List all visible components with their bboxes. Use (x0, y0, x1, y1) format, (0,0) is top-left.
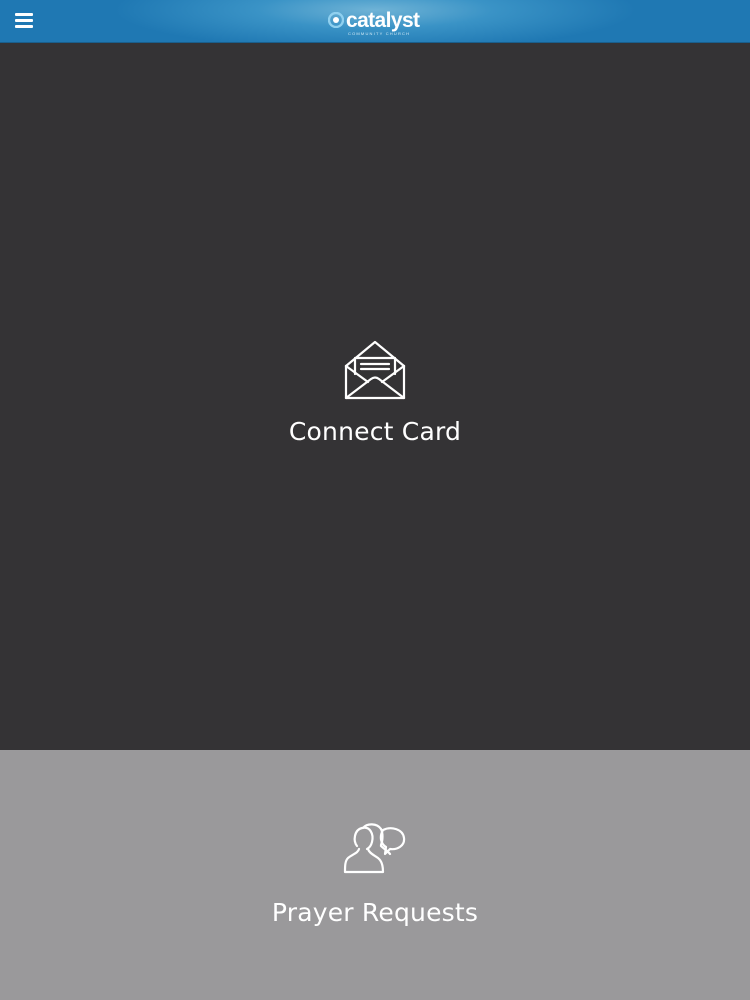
connect-card-label: Connect Card (288, 417, 462, 446)
logo-text: catalyst (346, 9, 420, 32)
catalyst-logo-mark-icon (328, 12, 344, 28)
app-header: catalyst COMMUNITY CHURCH (0, 0, 750, 43)
prayer-requests-label: Prayer Requests (271, 898, 479, 927)
connect-card-tile[interactable]: Connect Card (0, 43, 750, 750)
prayer-requests-tile[interactable]: Prayer Requests (0, 750, 750, 1000)
menu-button[interactable] (8, 6, 40, 36)
logo-subtext: COMMUNITY CHURCH (348, 31, 411, 36)
app-root: catalyst COMMUNITY CHURCH Connect Card P… (0, 0, 750, 1000)
people-speech-bubble-icon (343, 823, 406, 874)
open-envelope-icon (344, 340, 406, 400)
catalyst-logo: catalyst COMMUNITY CHURCH (328, 9, 438, 37)
